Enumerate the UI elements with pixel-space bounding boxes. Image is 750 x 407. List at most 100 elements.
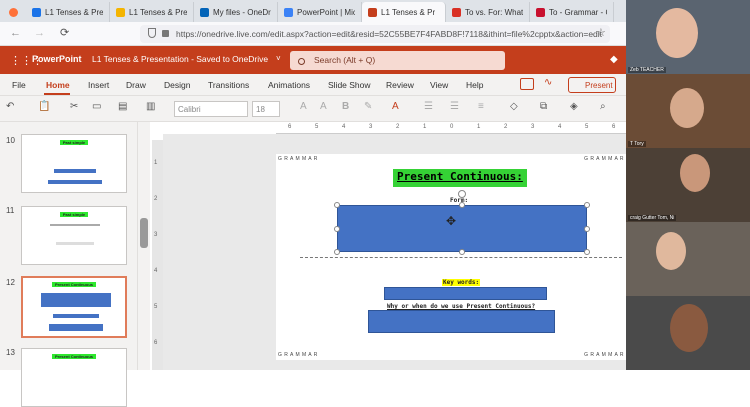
tab-slide-show[interactable]: Slide Show (328, 80, 371, 90)
ruler-tick-label: 1 (477, 124, 481, 130)
participant-tile[interactable]: T Tory (626, 74, 750, 148)
browser-tab[interactable]: L1 Tenses & Pr (362, 2, 446, 22)
decrease-font-icon[interactable]: A (320, 101, 327, 117)
page-icon (536, 7, 545, 17)
participant-tile[interactable] (626, 222, 750, 296)
thumbnail-shape (41, 293, 111, 307)
participant-tile[interactable] (626, 296, 750, 370)
slide-thumbnail-10[interactable]: Past simple (21, 134, 127, 193)
shape-fill-icon[interactable]: ◈ (570, 101, 578, 117)
bullets-icon[interactable]: ☰ (424, 101, 433, 117)
resize-handle[interactable] (584, 226, 590, 232)
paste-icon[interactable]: 📋 (38, 101, 50, 117)
cut-icon[interactable]: ✂ (70, 101, 78, 117)
slide-thumbnail-13[interactable]: Present Continuous (21, 348, 127, 407)
undo-icon[interactable]: ↶ (6, 101, 14, 117)
shield-icon[interactable] (148, 28, 156, 38)
premium-diamond-icon[interactable]: ◆ (610, 54, 618, 65)
slide-canvas[interactable]: G R A M M A R G R A M M A R G R A M M A … (276, 154, 626, 360)
tab-transitions[interactable]: Transitions (208, 80, 249, 90)
scrollbar-thumb[interactable] (140, 218, 148, 248)
tab-view[interactable]: View (430, 80, 448, 90)
app-name[interactable]: PowerPoint (32, 54, 82, 64)
slide-thumbnails-pane: 10 Past simple 11 Past simple 12 Present… (0, 122, 138, 407)
lock-icon[interactable] (162, 30, 169, 37)
ruler-tick-label: 1 (154, 160, 158, 166)
key-words-label[interactable]: Key words: (442, 279, 481, 286)
tab-help[interactable]: Help (466, 80, 483, 90)
tab-home[interactable]: Home (46, 80, 70, 90)
font-family-select[interactable]: Calibri (174, 101, 248, 117)
layout-icon[interactable]: ▤ (118, 101, 127, 117)
selected-form-box[interactable] (337, 205, 587, 252)
section-icon[interactable]: ▥ (146, 101, 155, 117)
arrange-icon[interactable]: ⧉ (540, 101, 547, 117)
browser-tab-bar: L1 Tenses & Prese L1 Tenses & Prese My fil… (0, 0, 626, 22)
browser-tab[interactable]: To vs. For: What's (446, 2, 530, 22)
comments-icon[interactable] (520, 78, 534, 90)
resize-handle[interactable] (334, 202, 340, 208)
video-call-panel: Zeb TEACHER T Tory craig Gutter Tom, Ni (626, 0, 750, 370)
why-when-box[interactable] (368, 310, 555, 333)
corner-grammar-label: G R A M M A R (278, 156, 318, 162)
ruler-tick-label: 2 (504, 124, 508, 130)
resize-handle[interactable] (334, 226, 340, 232)
resize-handle[interactable] (334, 249, 340, 255)
participant-tile[interactable]: Zeb TEACHER (626, 0, 750, 74)
search-input[interactable]: Search (Alt + Q) (290, 51, 505, 70)
font-size-select[interactable]: 18 (252, 101, 280, 117)
bookmark-star-icon[interactable]: ☆ (596, 26, 606, 39)
resize-handle[interactable] (459, 202, 465, 208)
shapes-icon[interactable]: ◇ (510, 101, 518, 117)
align-icon[interactable]: ≡ (478, 101, 484, 117)
reload-icon[interactable]: ⟳ (60, 26, 69, 39)
highlight-icon[interactable]: ✎ (364, 101, 372, 117)
numbering-icon[interactable]: ☰ (450, 101, 459, 117)
browser-tab[interactable]: L1 Tenses & Prese (26, 2, 110, 22)
resize-handle[interactable] (584, 202, 590, 208)
corner-grammar-label: G R A M M A R (584, 352, 624, 358)
ruler-tick-label: 4 (558, 124, 562, 130)
browser-tab[interactable]: PowerPoint | Micr (278, 2, 362, 22)
slide-title[interactable]: Present Continuous: (393, 169, 527, 187)
browser-tab[interactable]: To - Grammar - Ca (530, 2, 614, 22)
browser-tab-label: To - Grammar - Ca (549, 7, 607, 17)
tab-draw[interactable]: Draw (126, 80, 146, 90)
present-button[interactable]: Present (568, 77, 616, 93)
slide-thumbnail-11[interactable]: Past simple (21, 206, 127, 265)
participant-face (656, 8, 698, 58)
tab-file[interactable]: File (12, 80, 26, 90)
ribbon-toolbar: ↶ 📋 ✂ ▭ ▤ ▥ Calibri 18 A A B ✎ A ☰ ☰ ≡ ◇… (0, 96, 626, 122)
ruler-tick-label: 2 (396, 124, 400, 130)
why-when-label[interactable]: Why or when do we use Present Continuous… (387, 303, 535, 310)
powerpoint-icon (368, 7, 377, 17)
resize-handle[interactable] (584, 249, 590, 255)
new-slide-icon[interactable]: ▭ (92, 101, 101, 117)
browser-tab[interactable]: L1 Tenses & Prese (110, 2, 194, 22)
tab-animations[interactable]: Animations (268, 80, 310, 90)
participant-tile[interactable]: craig Gutter Tom, Ni (626, 148, 750, 222)
title-dropdown-icon[interactable]: ˅ (276, 54, 281, 63)
font-color-icon[interactable]: A (392, 101, 399, 117)
find-icon[interactable]: ⌕ (600, 101, 606, 117)
bold-button[interactable]: B (342, 101, 349, 117)
ruler-tick-label: 4 (342, 124, 346, 130)
tab-insert[interactable]: Insert (88, 80, 109, 90)
slide-number: 10 (6, 136, 15, 145)
url-field[interactable]: https://onedrive.live.com/edit.aspx?acti… (140, 25, 610, 43)
thumbnails-scrollbar[interactable] (138, 122, 150, 370)
tab-design[interactable]: Design (164, 80, 190, 90)
forward-icon[interactable]: → (34, 27, 45, 39)
browser-tab[interactable]: My files - OneDriv (194, 2, 278, 22)
move-cursor-icon: ✥ (446, 214, 457, 228)
firefox-icon[interactable] (0, 2, 26, 22)
rotate-handle[interactable] (458, 190, 466, 198)
tab-review[interactable]: Review (386, 80, 414, 90)
resize-handle[interactable] (459, 249, 465, 255)
key-words-box[interactable] (384, 287, 547, 300)
increase-font-icon[interactable]: A (300, 101, 307, 117)
document-title[interactable]: L1 Tenses & Presentation - Saved to OneD… (92, 54, 268, 64)
activity-icon[interactable]: ∿ (544, 77, 552, 88)
slide-thumbnail-12[interactable]: Present Continuous (21, 276, 127, 338)
back-icon[interactable]: ← (10, 27, 21, 39)
